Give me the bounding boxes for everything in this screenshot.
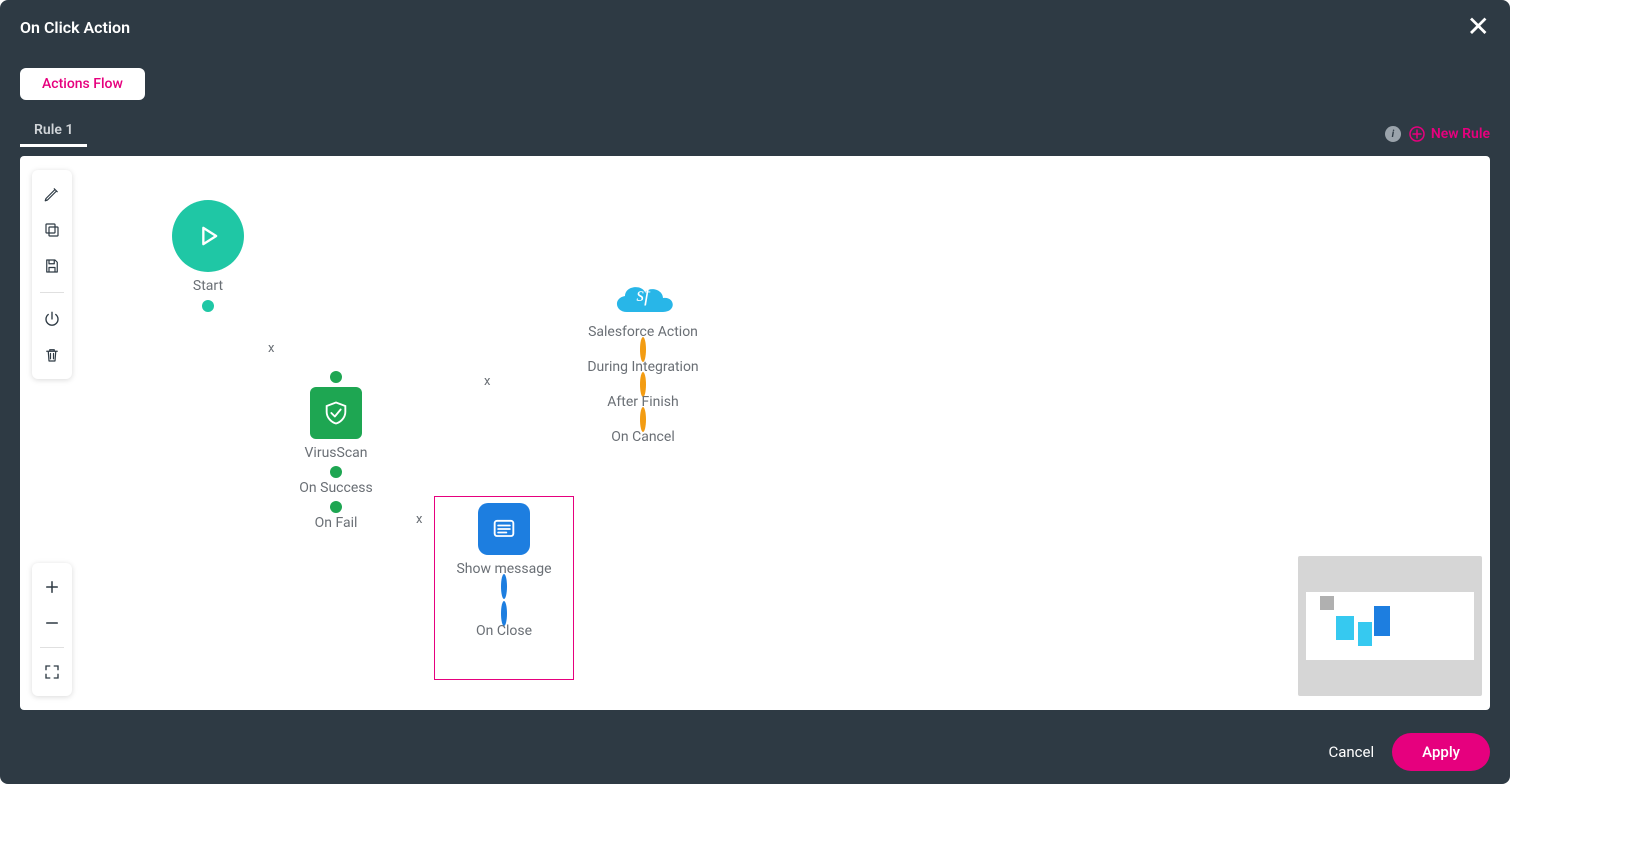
minimap-block — [1358, 622, 1372, 646]
outer-bottom-margin — [0, 784, 1636, 848]
power-icon — [43, 310, 61, 328]
virus-box — [310, 387, 362, 439]
modal-footer: Cancel Apply — [0, 720, 1510, 784]
outer-right-margin — [1510, 0, 1636, 848]
zoom-toolkit — [32, 563, 72, 696]
virus-fail-label: On Fail — [290, 515, 382, 531]
separator — [40, 647, 64, 648]
minimap-block — [1336, 616, 1354, 640]
connector-delete-2[interactable]: x — [484, 374, 490, 389]
connector-delete-1[interactable]: x — [268, 341, 274, 356]
new-rule-button[interactable]: New Rule — [1409, 126, 1490, 142]
close-icon[interactable]: ✕ — [1467, 13, 1490, 41]
modal-title: On Click Action — [20, 18, 130, 37]
virus-fail-port[interactable] — [330, 501, 342, 513]
new-rule-wrap: i New Rule — [1385, 126, 1490, 142]
minimap-viewport — [1306, 592, 1474, 660]
start-label: Start — [168, 278, 248, 294]
fullscreen-button[interactable] — [36, 656, 68, 688]
apply-button[interactable]: Apply — [1392, 733, 1490, 771]
virus-input-port[interactable] — [330, 371, 342, 383]
sub-header: Actions Flow — [0, 54, 1510, 114]
plus-icon — [43, 578, 61, 596]
message-icon — [490, 515, 518, 543]
power-button[interactable] — [36, 303, 68, 335]
shield-icon — [322, 399, 350, 427]
message-out-port[interactable] — [501, 574, 507, 599]
sf-cancel-label: On Cancel — [578, 429, 708, 445]
start-circle — [172, 200, 244, 272]
connector-delete-3[interactable]: x — [416, 512, 422, 527]
show-message-node[interactable]: Show message On Close — [434, 496, 574, 680]
minus-icon — [43, 614, 61, 632]
cancel-button[interactable]: Cancel — [1328, 743, 1374, 761]
minimap[interactable] — [1298, 556, 1482, 696]
flow-canvas[interactable]: x x x Start VirusScan On Success On Fail — [20, 156, 1490, 710]
message-close-label: On Close — [435, 623, 573, 639]
actions-flow-button[interactable]: Actions Flow — [20, 68, 145, 100]
tabs-row: Rule 1 i New Rule — [0, 114, 1510, 154]
zoom-in-button[interactable] — [36, 571, 68, 603]
new-rule-label: New Rule — [1431, 126, 1490, 142]
start-node[interactable]: Start — [168, 200, 248, 312]
modal-header: On Click Action ✕ — [0, 0, 1510, 54]
virusscan-node[interactable]: VirusScan On Success On Fail — [290, 371, 382, 531]
tab-rule-1[interactable]: Rule 1 — [20, 122, 87, 147]
zoom-out-button[interactable] — [36, 607, 68, 639]
play-icon — [194, 222, 222, 250]
on-click-action-modal: On Click Action ✕ Actions Flow Rule 1 i … — [0, 0, 1510, 784]
minimap-block — [1374, 606, 1390, 636]
virus-success-label: On Success — [290, 480, 382, 496]
minimap-block — [1320, 596, 1334, 610]
virus-label: VirusScan — [290, 445, 382, 461]
sf-cloud-text: sf — [607, 284, 679, 307]
plus-circle-icon — [1409, 126, 1425, 142]
info-icon[interactable]: i — [1385, 126, 1401, 142]
salesforce-node[interactable]: sf Salesforce Action During Integration … — [578, 276, 708, 445]
start-output-port[interactable] — [202, 300, 214, 312]
fullscreen-icon — [43, 663, 61, 681]
delete-button[interactable] — [36, 339, 68, 371]
trash-icon — [43, 346, 61, 364]
message-box — [478, 503, 530, 555]
virus-success-port[interactable] — [330, 466, 342, 478]
salesforce-cloud: sf — [607, 276, 679, 320]
